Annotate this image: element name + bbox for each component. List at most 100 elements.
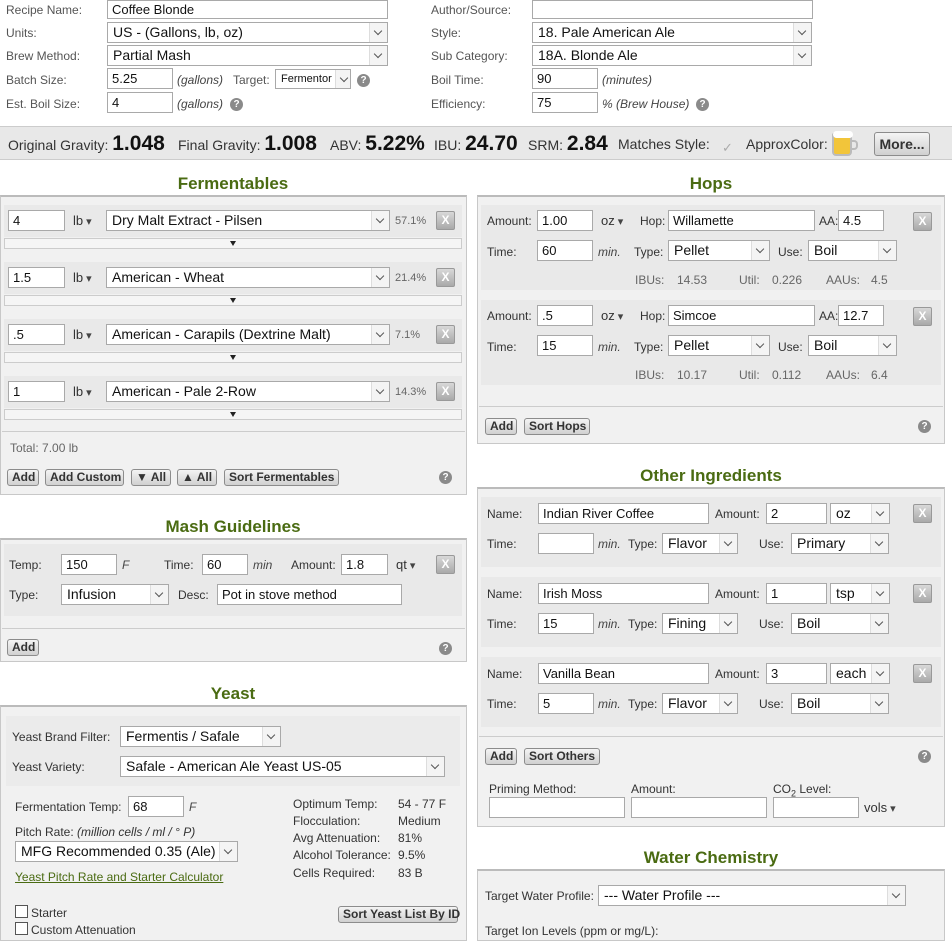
remove-hop-button[interactable]: X xyxy=(913,212,932,231)
expand-row-toggle[interactable] xyxy=(4,409,462,420)
help-icon[interactable]: ? xyxy=(439,471,452,484)
yeast-brand-select[interactable]: Fermentis / Safale xyxy=(120,726,281,747)
recipe-name-input[interactable]: Coffee Blonde xyxy=(107,0,388,19)
hop-unit-dropdown[interactable]: oz xyxy=(601,308,623,323)
expand-row-toggle[interactable] xyxy=(4,295,462,306)
sort-fermentables-button[interactable]: Sort Fermentables xyxy=(224,469,339,486)
add-custom-fermentable-button[interactable]: Add Custom xyxy=(45,469,124,486)
help-icon[interactable]: ? xyxy=(918,420,931,433)
fermentation-temp-input[interactable]: 68 xyxy=(128,796,184,817)
efficiency-input[interactable]: 75 xyxy=(532,92,598,113)
priming-method-input[interactable] xyxy=(489,797,625,818)
co2-level-input[interactable] xyxy=(773,797,859,818)
fermentable-unit-dropdown[interactable]: lb xyxy=(73,384,92,399)
sub-category-select[interactable]: 18A. Blonde Ale xyxy=(532,45,812,66)
hop-type-select[interactable]: Pellet xyxy=(668,335,770,356)
remove-fermentable-button[interactable]: X xyxy=(436,325,455,344)
other-type-select[interactable]: Fining xyxy=(662,613,738,634)
other-unit-select[interactable]: tsp xyxy=(830,583,890,604)
mash-desc-input[interactable]: Pot in stove method xyxy=(217,584,402,605)
hop-use-select[interactable]: Boil xyxy=(808,240,897,261)
other-type-select[interactable]: Flavor xyxy=(662,693,738,714)
pitch-rate-select[interactable]: MFG Recommended 0.35 (Ale) xyxy=(15,841,238,862)
mash-type-select[interactable]: Infusion xyxy=(61,584,169,605)
fermentable-amount-input[interactable]: .5 xyxy=(8,324,65,345)
other-time-input[interactable] xyxy=(538,533,594,554)
help-icon[interactable]: ? xyxy=(230,98,243,111)
author-input[interactable] xyxy=(532,0,813,19)
remove-fermentable-button[interactable]: X xyxy=(436,382,455,401)
other-amount-input[interactable]: 3 xyxy=(766,663,827,684)
expand-row-toggle[interactable] xyxy=(4,352,462,363)
hop-amount-input[interactable]: .5 xyxy=(537,305,593,326)
hop-type-select[interactable]: Pellet xyxy=(668,240,770,261)
other-name-input[interactable]: Vanilla Bean xyxy=(538,663,709,684)
starter-checkbox[interactable] xyxy=(15,905,28,918)
fermentable-amount-input[interactable]: 1.5 xyxy=(8,267,65,288)
other-use-select[interactable]: Boil xyxy=(791,693,889,714)
fermentable-unit-dropdown[interactable]: lb xyxy=(73,213,92,228)
collapse-all-button[interactable]: ▼ All xyxy=(131,469,171,486)
pitch-rate-calculator-link[interactable]: Yeast Pitch Rate and Starter Calculator xyxy=(15,870,223,884)
help-icon[interactable]: ? xyxy=(357,74,370,87)
fermentable-select[interactable]: American - Wheat xyxy=(106,267,390,288)
other-use-select[interactable]: Boil xyxy=(791,613,889,634)
expand-row-toggle[interactable] xyxy=(4,238,462,249)
yeast-variety-select[interactable]: Safale - American Ale Yeast US-05 xyxy=(120,756,445,777)
other-unit-select[interactable]: each xyxy=(830,663,890,684)
help-icon[interactable]: ? xyxy=(696,98,709,111)
fermentable-amount-input[interactable]: 1 xyxy=(8,381,65,402)
sort-others-button[interactable]: Sort Others xyxy=(524,748,600,765)
sort-yeast-button[interactable]: Sort Yeast List By ID xyxy=(338,906,460,923)
target-select[interactable]: Fermentor xyxy=(275,69,351,89)
add-mash-step-button[interactable]: Add xyxy=(7,639,39,656)
remove-mash-step-button[interactable]: X xyxy=(436,555,455,574)
hop-aa-input[interactable]: 4.5 xyxy=(838,210,884,231)
remove-hop-button[interactable]: X xyxy=(913,307,932,326)
other-name-input[interactable]: Indian River Coffee xyxy=(538,503,709,524)
other-type-select[interactable]: Flavor xyxy=(662,533,738,554)
hop-aa-input[interactable]: 12.7 xyxy=(838,305,884,326)
help-icon[interactable]: ? xyxy=(918,750,931,763)
priming-amount-input[interactable] xyxy=(631,797,767,818)
expand-all-button[interactable]: ▲ All xyxy=(177,469,217,486)
hop-time-input[interactable]: 15 xyxy=(537,335,593,356)
boil-time-input[interactable]: 90 xyxy=(532,68,598,89)
hop-amount-input[interactable]: 1.00 xyxy=(537,210,593,231)
fermentable-unit-dropdown[interactable]: lb xyxy=(73,327,92,342)
add-hop-button[interactable]: Add xyxy=(485,418,517,435)
mash-amount-input[interactable]: 1.8 xyxy=(341,554,388,575)
hop-use-select[interactable]: Boil xyxy=(808,335,897,356)
remove-other-button[interactable]: X xyxy=(913,664,932,683)
boil-size-input[interactable]: 4 xyxy=(107,92,173,113)
mash-temp-input[interactable]: 150 xyxy=(61,554,117,575)
mash-time-input[interactable]: 60 xyxy=(202,554,248,575)
fermentable-select[interactable]: Dry Malt Extract - Pilsen xyxy=(106,210,390,231)
fermentable-amount-input[interactable]: 4 xyxy=(8,210,65,231)
more-button[interactable]: More... xyxy=(874,132,930,156)
remove-fermentable-button[interactable]: X xyxy=(436,268,455,287)
hop-name-input[interactable]: Simcoe xyxy=(668,305,815,326)
fermentable-unit-dropdown[interactable]: lb xyxy=(73,270,92,285)
remove-other-button[interactable]: X xyxy=(913,584,932,603)
mash-amount-unit-dropdown[interactable]: qt xyxy=(396,557,415,572)
remove-fermentable-button[interactable]: X xyxy=(436,211,455,230)
add-other-button[interactable]: Add xyxy=(485,748,517,765)
other-time-input[interactable]: 15 xyxy=(538,613,594,634)
fermentable-select[interactable]: American - Carapils (Dextrine Malt) xyxy=(106,324,390,345)
batch-size-input[interactable]: 5.25 xyxy=(107,68,173,89)
help-icon[interactable]: ? xyxy=(439,642,452,655)
brew-method-select[interactable]: Partial Mash xyxy=(107,45,388,66)
remove-other-button[interactable]: X xyxy=(913,504,932,523)
fermentable-select[interactable]: American - Pale 2-Row xyxy=(106,381,390,402)
add-fermentable-button[interactable]: Add xyxy=(7,469,39,486)
style-select[interactable]: 18. Pale American Ale xyxy=(532,22,812,43)
other-amount-input[interactable]: 1 xyxy=(766,583,827,604)
sort-hops-button[interactable]: Sort Hops xyxy=(524,418,590,435)
other-time-input[interactable]: 5 xyxy=(538,693,594,714)
other-use-select[interactable]: Primary xyxy=(791,533,889,554)
other-unit-select[interactable]: oz xyxy=(830,503,890,524)
hop-name-input[interactable]: Willamette xyxy=(668,210,815,231)
other-name-input[interactable]: Irish Moss xyxy=(538,583,709,604)
other-amount-input[interactable]: 2 xyxy=(766,503,827,524)
